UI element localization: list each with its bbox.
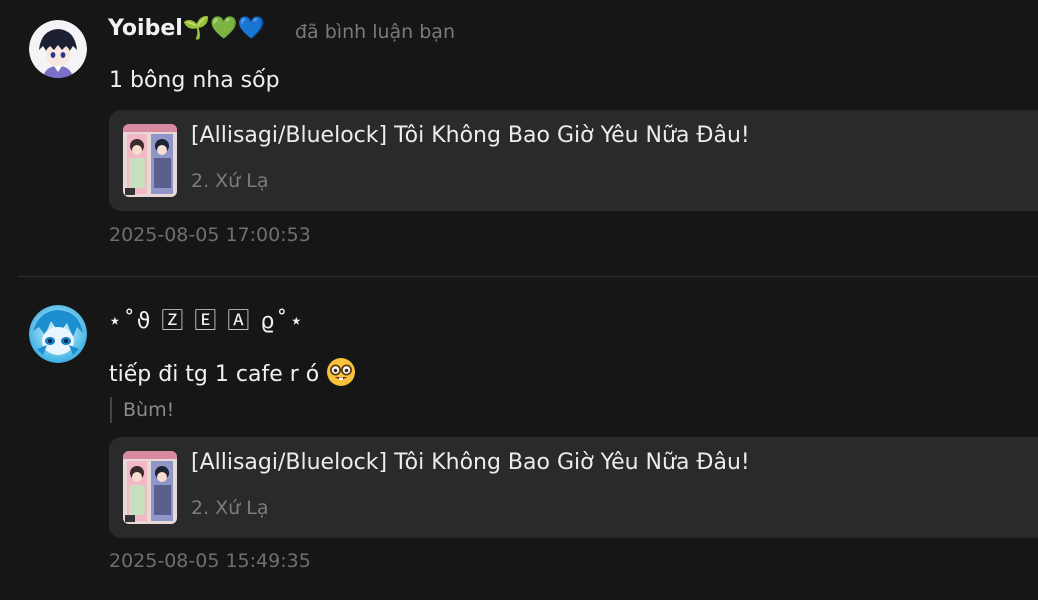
comment-item[interactable]: ⋆˚ϑ 🅉 🄴 🄰 ϱ˚⋆ tiếp đi tg 1 cafe r ó Bùm! <box>0 277 1038 600</box>
timestamp: 2025-08-05 15:49:35 <box>109 550 311 572</box>
story-card[interactable]: [Allisagi/Bluelock] Tôi Không Bao Giờ Yê… <box>109 437 1038 538</box>
comment-body-text: tiếp đi tg 1 cafe r ó <box>109 362 320 387</box>
avatar[interactable] <box>29 20 87 78</box>
comment-item[interactable]: Yoibel🌱💚💙 đã bình luận bạn 1 bông nha số… <box>0 0 1038 276</box>
chapter-title: 2. Xứ Lạ <box>191 497 269 519</box>
timestamp: 2025-08-05 17:00:53 <box>109 224 311 246</box>
story-card[interactable]: [Allisagi/Bluelock] Tôi Không Bao Giờ Yê… <box>109 110 1038 211</box>
avatar[interactable] <box>29 305 87 363</box>
story-title[interactable]: [Allisagi/Bluelock] Tôi Không Bao Giờ Yê… <box>191 450 750 475</box>
comment-feed: Yoibel🌱💚💙 đã bình luận bạn 1 bông nha số… <box>0 0 1038 600</box>
action-text: đã bình luận bạn <box>295 21 455 43</box>
comment-body: tiếp đi tg 1 cafe r ó <box>109 357 356 393</box>
story-title[interactable]: [Allisagi/Bluelock] Tôi Không Bao Giờ Yê… <box>191 123 750 148</box>
comment-body: 1 bông nha sốp <box>109 68 280 93</box>
story-cover-image <box>123 451 177 524</box>
chapter-title: 2. Xứ Lạ <box>191 170 269 192</box>
quoted-text: Bùm! <box>110 397 174 423</box>
nerd-face-emoji-icon <box>326 357 356 393</box>
username[interactable]: ⋆˚ϑ 🅉 🄴 🄰 ϱ˚⋆ <box>108 303 305 335</box>
username[interactable]: Yoibel🌱💚💙 <box>108 16 265 41</box>
story-cover-image <box>123 124 177 197</box>
